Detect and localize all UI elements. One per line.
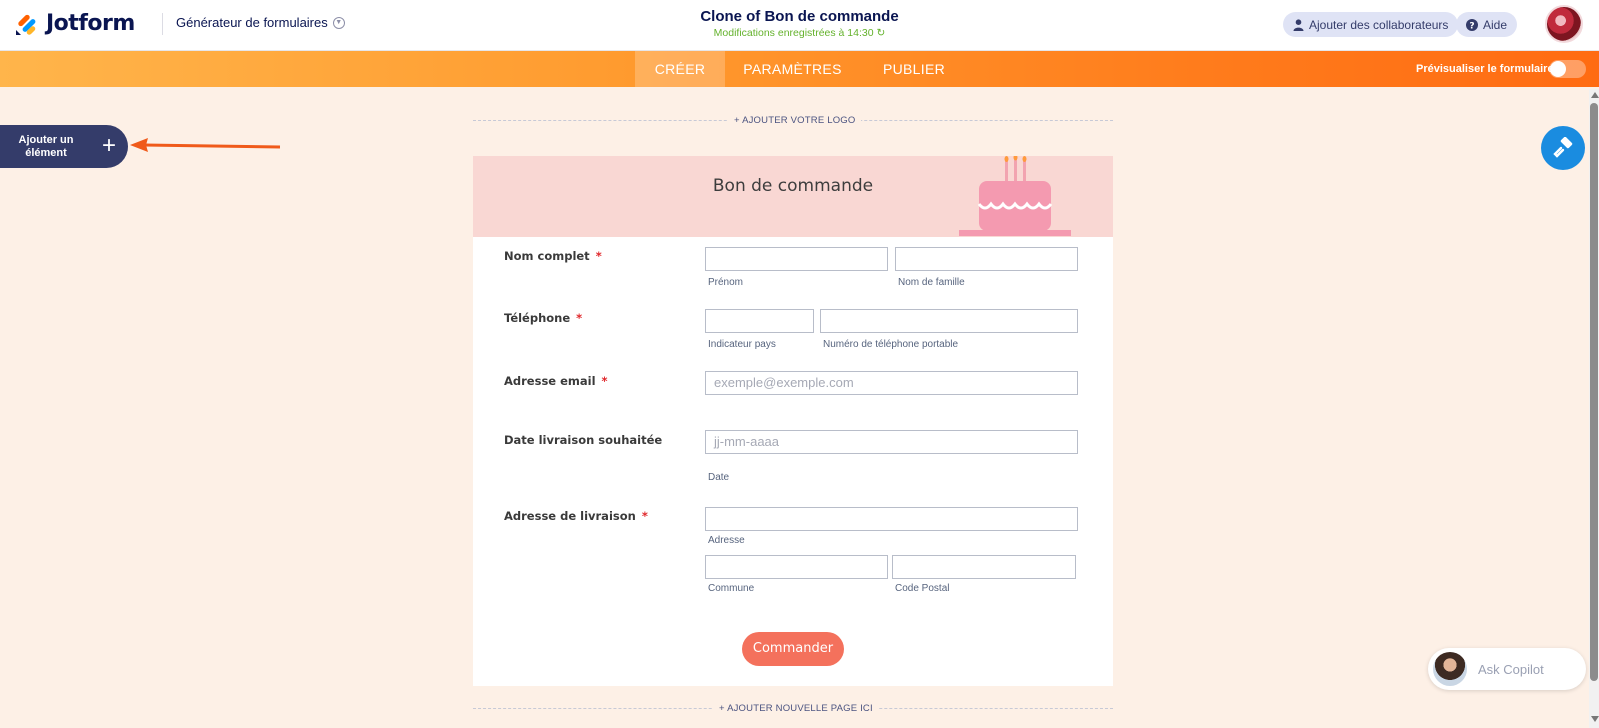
user-avatar[interactable] (1545, 5, 1583, 43)
address-sublabel: Adresse (708, 535, 745, 546)
country-code-sublabel: Indicateur pays (708, 339, 776, 350)
last-name-sublabel: Nom de famille (898, 277, 965, 288)
jotform-logo-icon (16, 14, 36, 35)
submit-button[interactable]: Commander (742, 632, 844, 666)
paint-roller-icon (1553, 137, 1573, 158)
required-marker: * (641, 509, 648, 523)
jotform-logo[interactable]: Jotform (14, 10, 135, 36)
last-name-input[interactable] (895, 247, 1078, 271)
cake-icon (959, 156, 1071, 236)
address-input[interactable] (705, 507, 1078, 531)
help-label: Aide (1483, 17, 1508, 32)
required-marker: * (595, 249, 602, 263)
add-collaborators-label: Ajouter des collaborateurs (1309, 17, 1449, 32)
copilot-avatar (1433, 652, 1467, 686)
help-icon: ? (1466, 18, 1478, 31)
field-label-email: Adresse email * (504, 374, 608, 388)
field-label-delivery-address-text: Adresse de livraison (504, 509, 636, 523)
date-sublabel: Date (708, 472, 730, 483)
scrollbar-thumb[interactable] (1590, 103, 1598, 681)
add-element-button[interactable]: Ajouter un élément + (0, 125, 128, 168)
field-label-phone-text: Téléphone (504, 311, 571, 325)
plus-icon: + (102, 132, 117, 159)
email-input[interactable]: exemple@exemple.com (705, 371, 1078, 395)
chevron-down-icon: ▼ (332, 16, 345, 29)
builder-menu-label: Générateur de formulaires (176, 15, 328, 30)
refresh-icon: ↻ (876, 27, 886, 39)
form-designer-button[interactable] (1541, 126, 1585, 170)
form-header[interactable]: Bon de commande (473, 156, 1113, 237)
form-card: Bon de commande Nom complet * Prénom Nom … (473, 156, 1113, 686)
add-collaborators-button[interactable]: Ajouter des collaborateurs (1283, 12, 1459, 37)
add-page-link[interactable]: + AJOUTER NOUVELLE PAGE ICI (713, 703, 879, 714)
help-button[interactable]: ? Aide (1456, 12, 1518, 37)
field-label-phone: Téléphone * (504, 311, 582, 325)
header-divider (162, 13, 163, 35)
top-bar: Jotform Générateur de formulaires ▼ Clon… (0, 0, 1599, 51)
postal-code-sublabel: Code Postal (895, 583, 950, 594)
preview-form-toggle[interactable] (1549, 60, 1586, 78)
preview-form-label: Prévisualiser le formulaire (1416, 63, 1554, 75)
required-marker: * (576, 311, 583, 325)
ask-copilot-button[interactable]: Ask Copilot (1428, 648, 1586, 690)
ask-copilot-label: Ask Copilot (1478, 661, 1544, 677)
scroll-down-arrow-icon[interactable] (1591, 716, 1599, 722)
field-label-delivery-date-text: Date livraison souhaitée (504, 433, 663, 447)
postal-code-input[interactable] (892, 555, 1076, 579)
arrow-left-icon (130, 138, 281, 152)
toggle-knob (1550, 61, 1566, 77)
add-element-label: Ajouter un élément (18, 134, 74, 159)
user-icon (1293, 18, 1304, 31)
first-name-sublabel: Prénom (708, 277, 744, 288)
tab-settings[interactable]: PARAMÈTRES (735, 51, 850, 87)
field-label-delivery-date: Date livraison souhaitée (504, 433, 662, 447)
field-label-full-name: Nom complet * (504, 249, 602, 263)
field-label-full-name-text: Nom complet (504, 249, 590, 263)
jotform-logo-text: Jotform (46, 10, 135, 36)
first-name-input[interactable] (705, 247, 888, 271)
delivery-date-input[interactable]: jj-mm-aaaa (705, 430, 1078, 454)
city-sublabel: Commune (708, 583, 755, 594)
scroll-up-arrow-icon[interactable] (1591, 92, 1599, 98)
field-label-email-text: Adresse email (504, 374, 596, 388)
phone-number-input[interactable] (820, 309, 1078, 333)
tab-create[interactable]: CRÉER (635, 51, 725, 87)
city-input[interactable] (705, 555, 888, 579)
add-logo-link[interactable]: + AJOUTER VOTRE LOGO (728, 115, 862, 126)
tab-publish[interactable]: PUBLIER (868, 51, 960, 87)
phone-number-sublabel: Numéro de téléphone portable (823, 339, 959, 350)
field-label-delivery-address: Adresse de livraison * (504, 509, 648, 523)
svg-text:?: ? (1469, 21, 1474, 31)
builder-nav: CRÉER PARAMÈTRES PUBLIER Prévisualiser l… (0, 51, 1599, 87)
builder-menu-dropdown[interactable]: Générateur de formulaires ▼ (176, 15, 345, 30)
saved-status-text: Modifications enregistrées à 14:30 (713, 27, 874, 39)
country-code-input[interactable] (705, 309, 814, 333)
required-marker: * (601, 374, 608, 388)
